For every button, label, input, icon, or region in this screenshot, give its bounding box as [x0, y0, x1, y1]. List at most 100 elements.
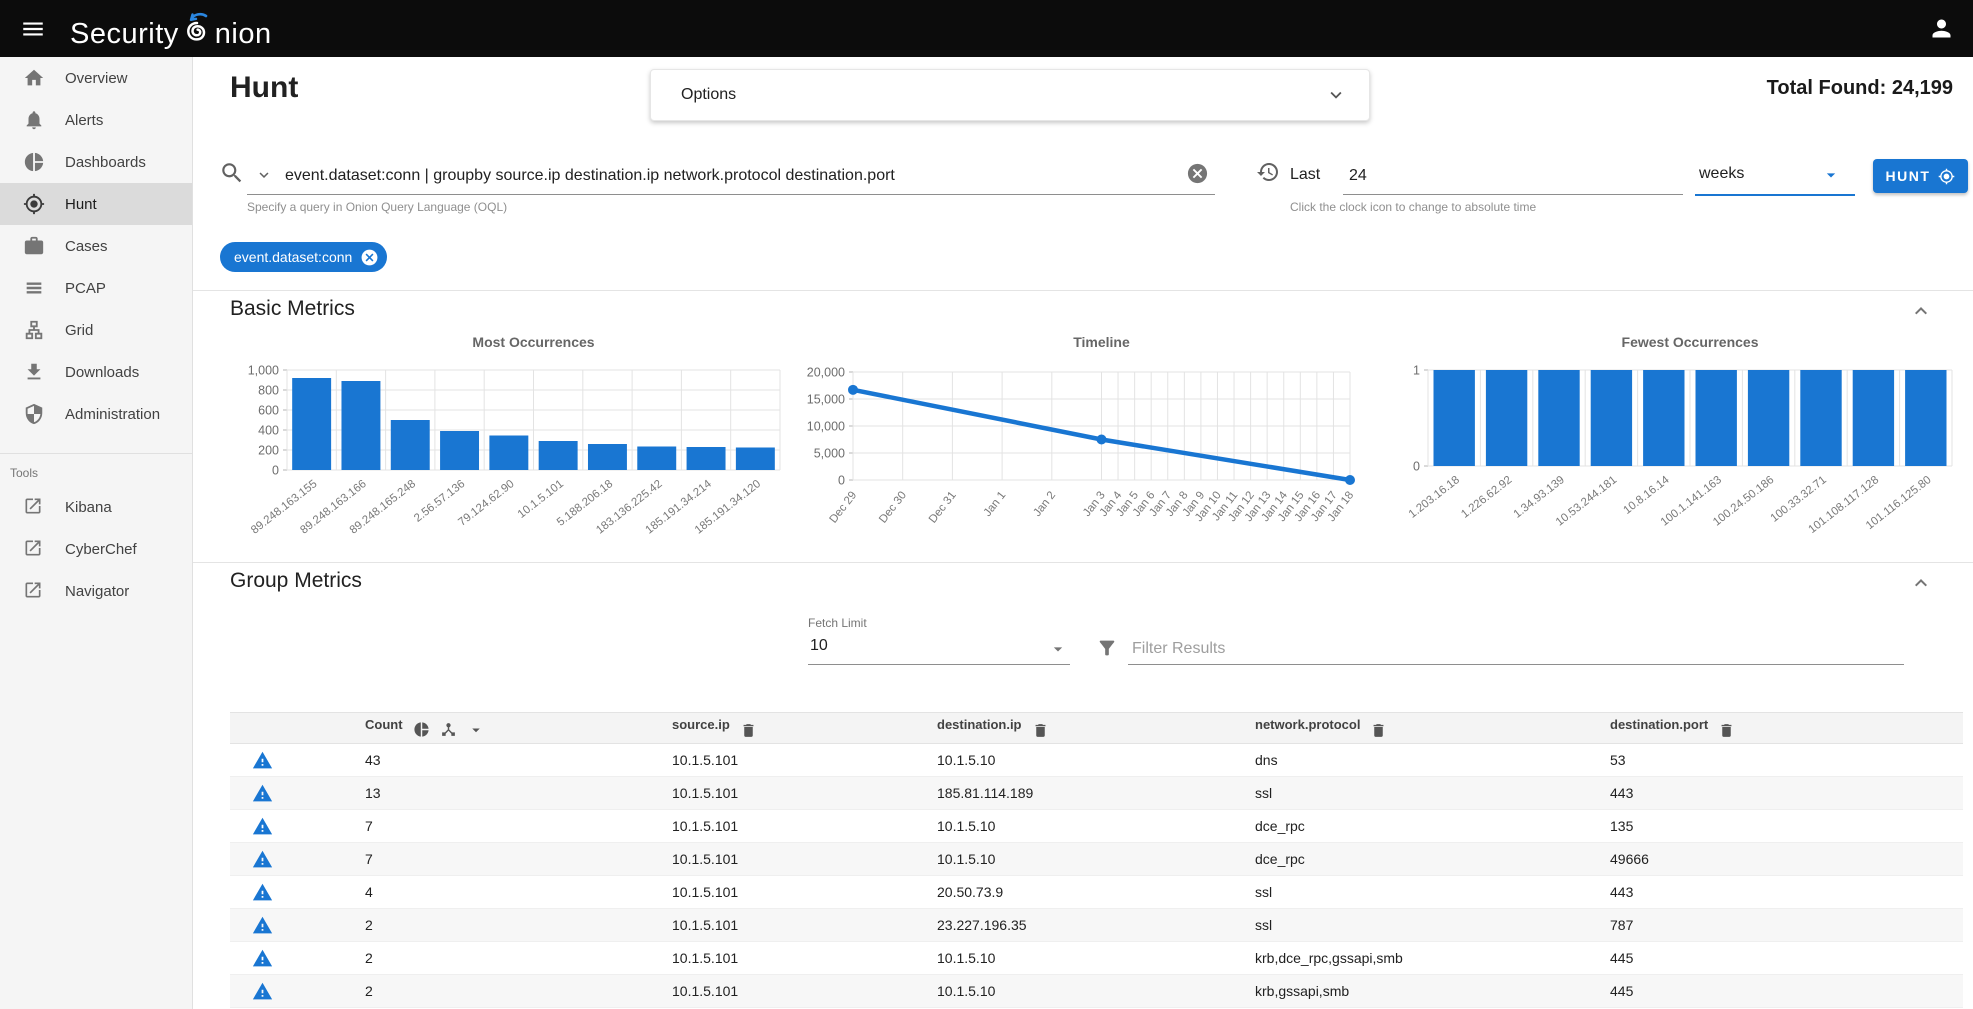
table-cell[interactable]: 10.1.5.10 — [900, 975, 1218, 1008]
chart-bar[interactable] — [637, 447, 676, 471]
table-cell[interactable]: 4 — [328, 876, 635, 909]
query-history-caret-icon[interactable] — [255, 166, 273, 184]
chart-bar[interactable] — [1591, 370, 1632, 466]
table-cell[interactable]: 13 — [328, 777, 635, 810]
remove-filter-icon[interactable] — [360, 248, 379, 267]
filter-chip[interactable]: event.dataset:conn — [220, 242, 387, 272]
chart-bar[interactable] — [1905, 370, 1946, 466]
column-header-destination-port[interactable]: destination.port — [1573, 713, 1963, 744]
table-cell[interactable]: dce_rpc — [1218, 810, 1573, 843]
table-cell[interactable]: 443 — [1573, 876, 1963, 909]
chart-bar[interactable] — [687, 447, 726, 470]
duration-input[interactable] — [1347, 160, 1671, 192]
table-cell[interactable]: 445 — [1573, 975, 1963, 1008]
table-cell[interactable]: 53 — [1573, 744, 1963, 777]
chart-bar[interactable] — [1696, 370, 1737, 466]
sidebar-item-grid[interactable]: Grid — [0, 309, 192, 351]
sidebar-tool-cyberchef[interactable]: CyberChef — [0, 528, 192, 570]
table-cell[interactable]: 10.1.5.10 — [900, 744, 1218, 777]
sidebar-item-alerts[interactable]: Alerts — [0, 99, 192, 141]
chart-point[interactable] — [1097, 435, 1107, 445]
table-cell[interactable]: krb,gssapi,smb — [1218, 975, 1573, 1008]
table-cell[interactable]: 445 — [1573, 942, 1963, 975]
chart-point[interactable] — [848, 385, 858, 395]
query-input[interactable] — [283, 160, 1167, 192]
options-dropdown[interactable]: Options — [650, 69, 1370, 121]
table-cell[interactable]: dce_rpc — [1218, 843, 1573, 876]
column-header-source-ip[interactable]: source.ip — [635, 713, 900, 744]
table-cell[interactable]: ssl — [1218, 909, 1573, 942]
trash-icon[interactable] — [1032, 721, 1049, 736]
column-header-destination-ip[interactable]: destination.ip — [900, 713, 1218, 744]
chart-bar[interactable] — [1643, 370, 1684, 466]
sidebar-item-hunt[interactable]: Hunt — [0, 183, 192, 225]
table-cell[interactable]: 23.227.196.35 — [900, 909, 1218, 942]
clock-history-icon[interactable] — [1256, 160, 1280, 184]
table-cell[interactable]: 10.1.5.10 — [900, 810, 1218, 843]
table-cell[interactable]: ssl — [1218, 777, 1573, 810]
table-cell[interactable]: 10.1.5.101 — [635, 810, 900, 843]
table-cell[interactable]: 10.1.5.101 — [635, 744, 900, 777]
table-cell[interactable]: 10.1.5.101 — [635, 876, 900, 909]
table-cell[interactable]: 10.1.5.101 — [635, 843, 900, 876]
table-cell[interactable]: 10.1.5.10 — [900, 843, 1218, 876]
collapse-group-metrics-button[interactable] — [1909, 571, 1933, 595]
filter-results-input[interactable] — [1130, 635, 1894, 663]
chart-bar[interactable] — [1538, 370, 1579, 466]
hamburger-menu-button[interactable] — [20, 16, 46, 42]
warning-icon[interactable] — [252, 982, 273, 998]
table-cell[interactable]: 443 — [1573, 777, 1963, 810]
table-cell[interactable]: 185.81.114.189 — [900, 777, 1218, 810]
table-cell[interactable]: 2 — [328, 942, 635, 975]
chart-bar[interactable] — [440, 431, 479, 470]
table-cell[interactable]: 20.50.73.9 — [900, 876, 1218, 909]
chart-bar[interactable] — [539, 441, 578, 470]
table-cell[interactable]: krb,dce_rpc,gssapi,smb — [1218, 942, 1573, 975]
warning-icon[interactable] — [252, 751, 273, 767]
clear-query-icon[interactable] — [1186, 162, 1209, 185]
chart-point[interactable] — [1345, 475, 1355, 485]
sidebar-item-overview[interactable]: Overview — [0, 57, 192, 99]
table-cell[interactable]: 7 — [328, 810, 635, 843]
chart-bar[interactable] — [1748, 370, 1789, 466]
table-cell[interactable]: ssl — [1218, 876, 1573, 909]
sidebar-item-dashboards[interactable]: Dashboards — [0, 141, 192, 183]
trash-icon[interactable] — [1718, 721, 1735, 736]
trash-icon[interactable] — [1370, 721, 1387, 736]
chart-bar[interactable] — [1800, 370, 1841, 466]
collapse-basic-metrics-button[interactable] — [1909, 299, 1933, 323]
chart-bar[interactable] — [736, 448, 775, 471]
chart-bar[interactable] — [1853, 370, 1894, 466]
caret-down-icon[interactable] — [467, 721, 485, 736]
warning-icon[interactable] — [252, 949, 273, 965]
table-cell[interactable]: 2 — [328, 975, 635, 1008]
warning-icon[interactable] — [252, 883, 273, 899]
table-cell[interactable]: 135 — [1573, 810, 1963, 843]
chart-bar[interactable] — [588, 444, 627, 470]
table-cell[interactable]: 10.1.5.101 — [635, 942, 900, 975]
pie-chart-icon[interactable] — [413, 721, 430, 736]
network-graph-icon[interactable] — [440, 721, 457, 736]
table-cell[interactable]: 787 — [1573, 909, 1963, 942]
sidebar-item-cases[interactable]: Cases — [0, 225, 192, 267]
sidebar-item-downloads[interactable]: Downloads — [0, 351, 192, 393]
user-account-button[interactable] — [1928, 15, 1955, 42]
warning-icon[interactable] — [252, 784, 273, 800]
column-header-network-protocol[interactable]: network.protocol — [1218, 713, 1573, 744]
chart-bar[interactable] — [1486, 370, 1527, 466]
warning-icon[interactable] — [252, 850, 273, 866]
table-cell[interactable]: 10.1.5.10 — [900, 942, 1218, 975]
time-unit-select[interactable]: weeks — [1695, 156, 1855, 196]
column-header-count[interactable]: Count — [328, 713, 635, 744]
table-cell[interactable]: 10.1.5.101 — [635, 975, 900, 1008]
trash-icon[interactable] — [740, 721, 757, 736]
sidebar-tool-kibana[interactable]: Kibana — [0, 486, 192, 528]
chart-bar[interactable] — [391, 420, 430, 470]
table-cell[interactable]: 2 — [328, 909, 635, 942]
sidebar-tool-navigator[interactable]: Navigator — [0, 570, 192, 612]
sidebar-item-pcap[interactable]: PCAP — [0, 267, 192, 309]
table-cell[interactable]: 7 — [328, 843, 635, 876]
table-cell[interactable]: 10.1.5.101 — [635, 909, 900, 942]
chart-bar[interactable] — [489, 436, 528, 471]
warning-icon[interactable] — [252, 817, 273, 833]
